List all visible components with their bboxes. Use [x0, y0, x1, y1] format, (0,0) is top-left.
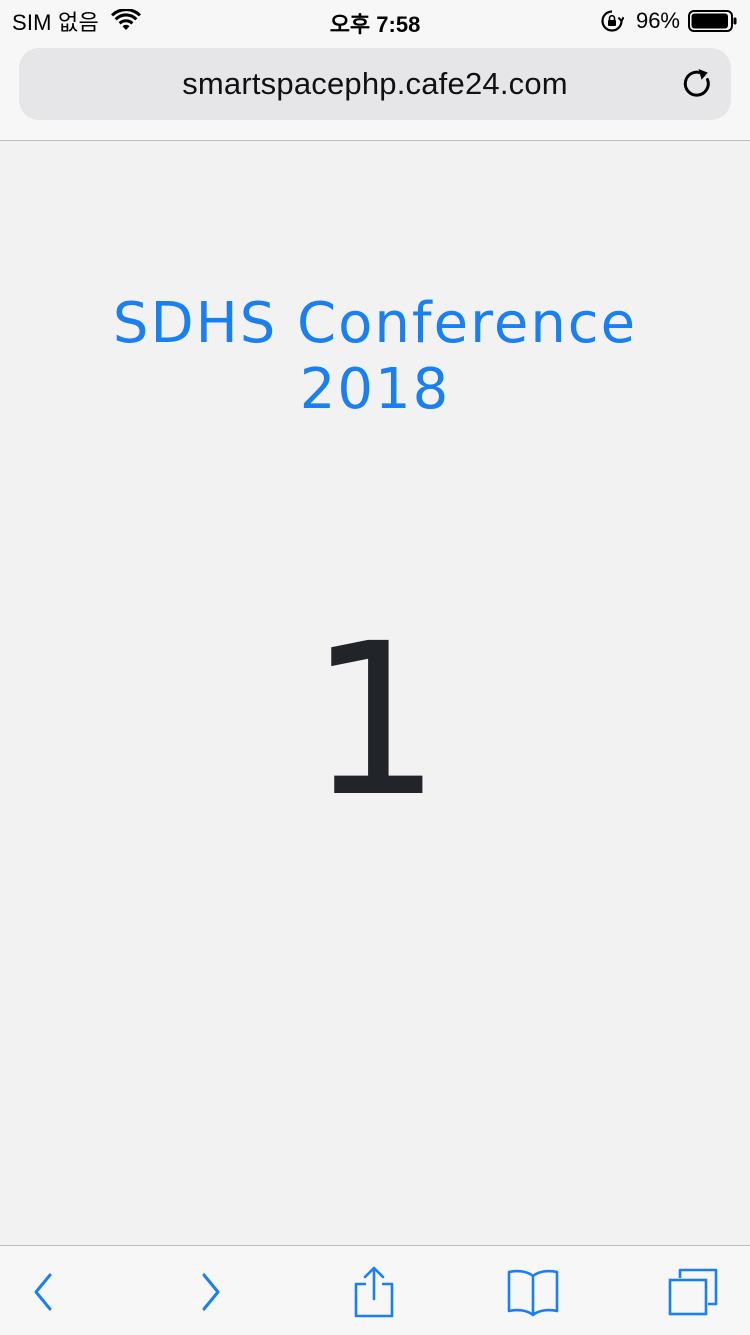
- battery-fill: [691, 13, 728, 29]
- bookmarks-button[interactable]: [503, 1264, 563, 1320]
- page-content: SDHS Conference 2018 1: [0, 141, 750, 1244]
- back-button[interactable]: [13, 1264, 73, 1320]
- browser-chrome-top: smartspacephp.cafe24.com: [0, 40, 750, 141]
- share-icon[interactable]: [352, 1265, 396, 1319]
- status-right: 96%: [600, 7, 738, 35]
- battery-icon: [688, 10, 737, 32]
- conference-title-line1: SDHS Conference: [112, 291, 638, 356]
- forward-button[interactable]: [181, 1264, 241, 1320]
- bookmarks-icon[interactable]: [505, 1267, 561, 1317]
- counter-display: 1: [308, 598, 442, 843]
- back-icon[interactable]: [28, 1271, 58, 1313]
- address-bar[interactable]: smartspacephp.cafe24.com: [19, 48, 731, 120]
- reload-icon[interactable]: [681, 67, 715, 101]
- conference-title: SDHS Conference 2018: [0, 291, 750, 423]
- url-text[interactable]: smartspacephp.cafe24.com: [19, 66, 731, 102]
- status-bar: SIM 없음 오후 7:58 96%: [0, 0, 750, 40]
- conference-title-line2: 2018: [299, 357, 451, 422]
- tabs-icon[interactable]: [666, 1266, 720, 1318]
- share-button[interactable]: [344, 1264, 404, 1320]
- browser-toolbar: [0, 1245, 750, 1335]
- lock-rotation-icon: [601, 10, 624, 32]
- battery-percent: 96%: [635, 8, 680, 33]
- tabs-button[interactable]: [663, 1264, 723, 1320]
- forward-icon[interactable]: [196, 1271, 226, 1313]
